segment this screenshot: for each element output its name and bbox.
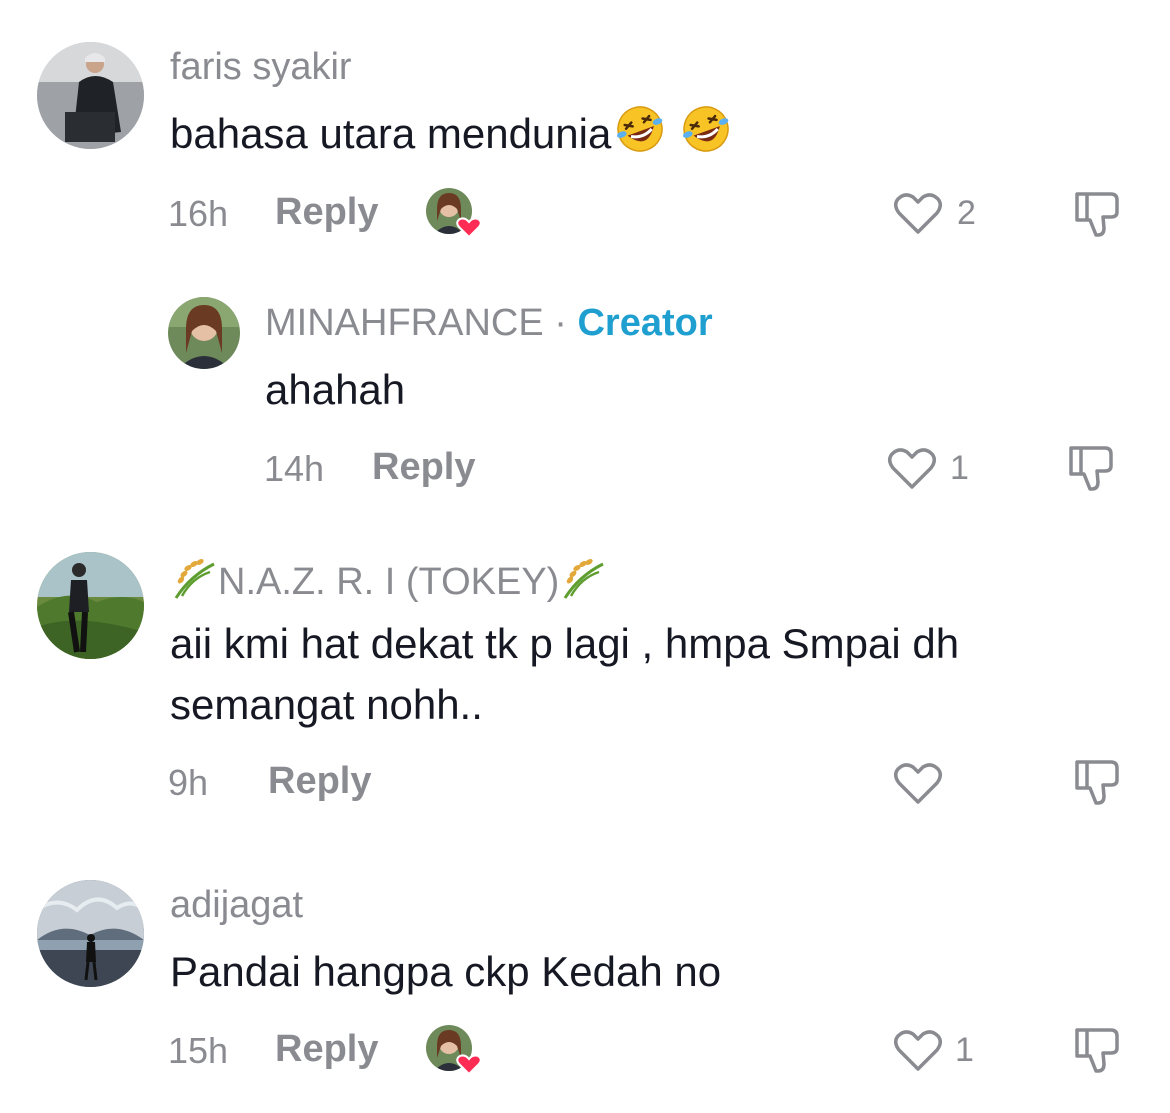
reply-button[interactable]: Reply bbox=[275, 191, 378, 234]
like-heart-icon[interactable] bbox=[893, 190, 943, 236]
comment-text-line-1: aii kmi hat dekat tk p lagi , hmpa Smpai… bbox=[170, 620, 960, 667]
commenter-avatar[interactable] bbox=[37, 552, 144, 659]
commenter-avatar[interactable] bbox=[37, 42, 144, 149]
creator-badge: Creator bbox=[577, 302, 713, 344]
rolling-laughing-emoji-icon bbox=[613, 104, 667, 170]
username[interactable]: N.A.Z. R. I (TOKEY) bbox=[218, 561, 559, 603]
like-heart-icon[interactable] bbox=[887, 445, 937, 491]
comment-time: 16h bbox=[168, 193, 229, 234]
dislike-thumb-icon[interactable] bbox=[1067, 444, 1117, 492]
reply-button[interactable]: Reply bbox=[275, 1028, 378, 1071]
creator-avatar-icon bbox=[426, 1025, 482, 1076]
dislike-thumb-icon[interactable] bbox=[1073, 190, 1123, 238]
comment-time: 15h bbox=[168, 1030, 229, 1071]
creator-liked-badge bbox=[425, 187, 482, 239]
separator-dot: · bbox=[554, 302, 567, 344]
commenter-avatar[interactable] bbox=[37, 880, 144, 987]
comment-text: bahasa utara mendunia bbox=[170, 104, 733, 170]
creator-avatar-icon bbox=[426, 188, 482, 239]
dislike-thumb-icon[interactable] bbox=[1073, 1026, 1123, 1074]
creator-liked-badge bbox=[425, 1024, 482, 1076]
like-count: 1 bbox=[955, 1031, 974, 1069]
comment-text: ahahah bbox=[265, 366, 406, 413]
username[interactable]: faris syakir bbox=[170, 46, 352, 89]
comment-text: Pandai hangpa ckp Kedah no bbox=[170, 948, 722, 995]
heart-icon bbox=[456, 1054, 482, 1076]
rolling-laughing-emoji-icon bbox=[679, 104, 733, 170]
creator-avatar[interactable] bbox=[168, 297, 240, 369]
rice-sheaf-icon bbox=[559, 556, 607, 610]
like-heart-icon[interactable] bbox=[893, 760, 943, 806]
comment-time: 9h bbox=[168, 762, 209, 803]
username-line[interactable]: N.A.Z. R. I (TOKEY) bbox=[170, 556, 607, 610]
username[interactable]: MINAHFRANCE bbox=[265, 302, 544, 344]
rice-sheaf-icon bbox=[170, 556, 218, 610]
reply-button[interactable]: Reply bbox=[372, 446, 475, 489]
comment-body: bahasa utara mendunia bbox=[170, 110, 612, 158]
comment-text-line-2: semangat nohh.. bbox=[170, 681, 483, 728]
heart-icon bbox=[456, 217, 482, 239]
like-count: 1 bbox=[950, 449, 969, 487]
like-heart-icon[interactable] bbox=[893, 1027, 943, 1073]
reply-button[interactable]: Reply bbox=[268, 760, 371, 803]
comment-time: 14h bbox=[264, 448, 325, 489]
creator-username-line: MINAHFRANCE · Creator bbox=[265, 302, 713, 345]
username[interactable]: adijagat bbox=[170, 884, 303, 927]
like-count: 2 bbox=[957, 194, 976, 232]
dislike-thumb-icon[interactable] bbox=[1073, 758, 1123, 806]
